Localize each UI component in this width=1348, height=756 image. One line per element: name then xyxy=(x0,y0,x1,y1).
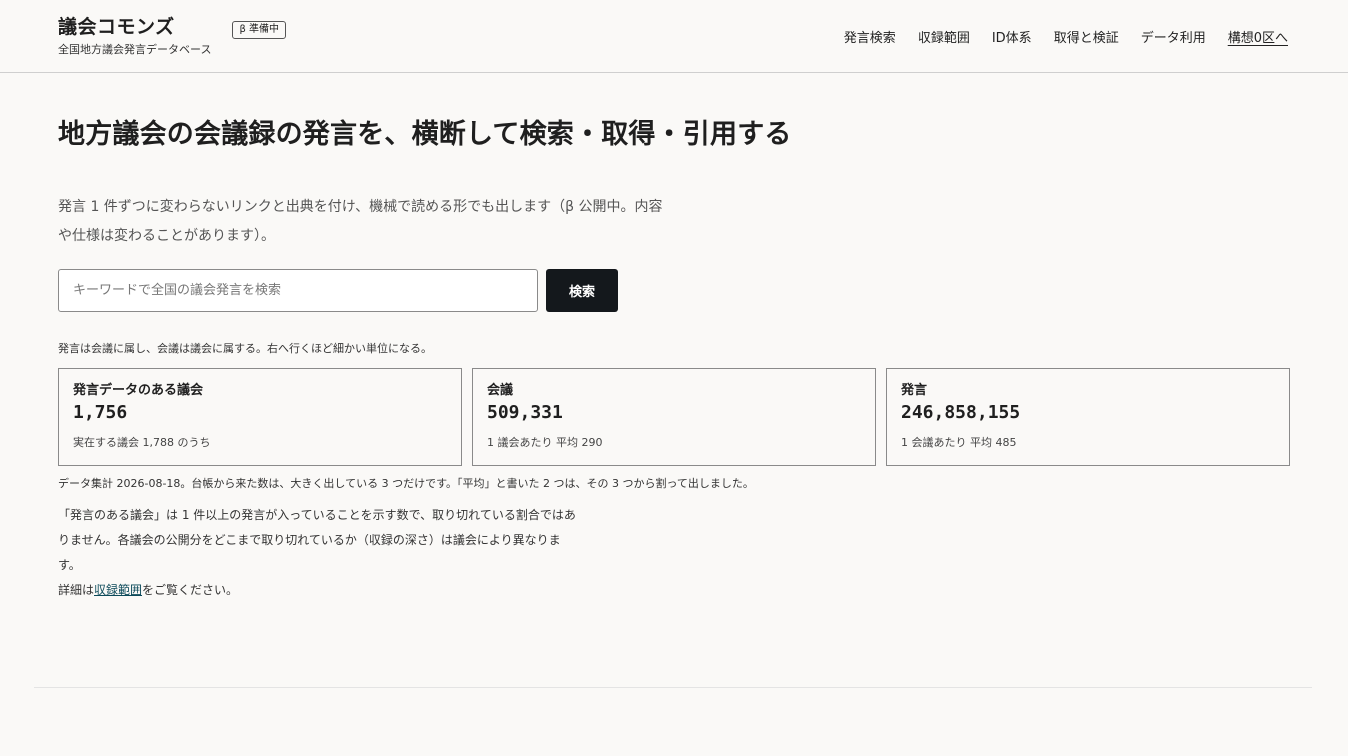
stat-value: 246,858,155 xyxy=(901,402,1021,423)
details-suffix: をご覧ください。 xyxy=(142,583,239,597)
stat-subtext: 1 議会あたり 平均 290 xyxy=(487,436,603,449)
page-title: 地方議会の会議録の発言を、横断して検索・取得・引用する xyxy=(58,119,792,150)
stat-card-meetings: 会議 509,331 1 議会あたり 平均 290 xyxy=(472,368,876,466)
brand[interactable]: 議会コモンズ 全国地方議会発言データベース β 準備中 xyxy=(58,16,287,57)
stat-value: 509,331 xyxy=(487,402,563,423)
nav-retrieval-verification[interactable]: 取得と検証 xyxy=(1054,27,1119,46)
stats-cards: 発言データのある議会 1,756 実在する議会 1,788 のうち 会議 509… xyxy=(58,368,1290,466)
brand-subtitle: 全国地方議会発言データベース xyxy=(58,42,212,56)
main-content: 地方議会の会議録の発言を、横断して検索・取得・引用する 発言 1 件ずつに変わら… xyxy=(0,117,1348,603)
stat-label: 会議 xyxy=(487,383,514,398)
main-nav: 発言検索 収録範囲 ID体系 取得と検証 データ利用 構想0区へ xyxy=(822,27,1288,46)
stat-value: 1,756 xyxy=(73,402,128,423)
lead-text: 発言 1 件ずつに変わらないリンクと出典を付け、機械で読める形でも出します（β … xyxy=(58,199,663,244)
site-header: 議会コモンズ 全国地方議会発言データベース β 準備中 発言検索 収録範囲 ID… xyxy=(0,0,1348,73)
section-divider xyxy=(34,687,1312,688)
coverage-note-text: 「発言のある議会」は 1 件以上の発言が入っていることを示す数で、取り切れている… xyxy=(58,508,576,572)
search-input[interactable] xyxy=(58,269,538,312)
nav-concept-district-0[interactable]: 構想0区へ xyxy=(1228,27,1288,46)
nav-id-system[interactable]: ID体系 xyxy=(992,27,1032,46)
stat-card-speeches: 発言 246,858,155 1 会議あたり 平均 485 xyxy=(886,368,1290,466)
brand-name[interactable]: 議会コモンズ xyxy=(58,16,211,38)
search-form: 検索 xyxy=(58,269,1290,312)
coverage-note: 「発言のある議会」は 1 件以上の発言が入っていることを示す数で、取り切れている… xyxy=(58,503,578,603)
aggregation-date-note: データ集計 2026-08-18。台帳から来た数は、大きく出している 3 つだけ… xyxy=(58,477,754,490)
stat-subtext: 1 会議あたり 平均 485 xyxy=(901,436,1017,449)
search-button[interactable]: 検索 xyxy=(546,269,618,312)
stat-label: 発言 xyxy=(901,383,928,398)
beta-badge: β 準備中 xyxy=(232,21,287,39)
stat-card-assemblies: 発言データのある議会 1,756 実在する議会 1,788 のうち xyxy=(58,368,462,466)
nav-data-usage[interactable]: データ利用 xyxy=(1141,27,1206,46)
stat-label: 発言データのある議会 xyxy=(73,383,204,398)
nav-speech-search[interactable]: 発言検索 xyxy=(844,27,896,46)
hierarchy-note: 発言は会議に属し、会議は議会に属する。右へ行くほど細かい単位になる。 xyxy=(58,342,432,355)
stat-subtext: 実在する議会 1,788 のうち xyxy=(73,436,211,449)
details-prefix: 詳細は xyxy=(58,583,95,597)
coverage-link[interactable]: 収録範囲 xyxy=(94,583,142,597)
nav-coverage[interactable]: 収録範囲 xyxy=(918,27,970,46)
